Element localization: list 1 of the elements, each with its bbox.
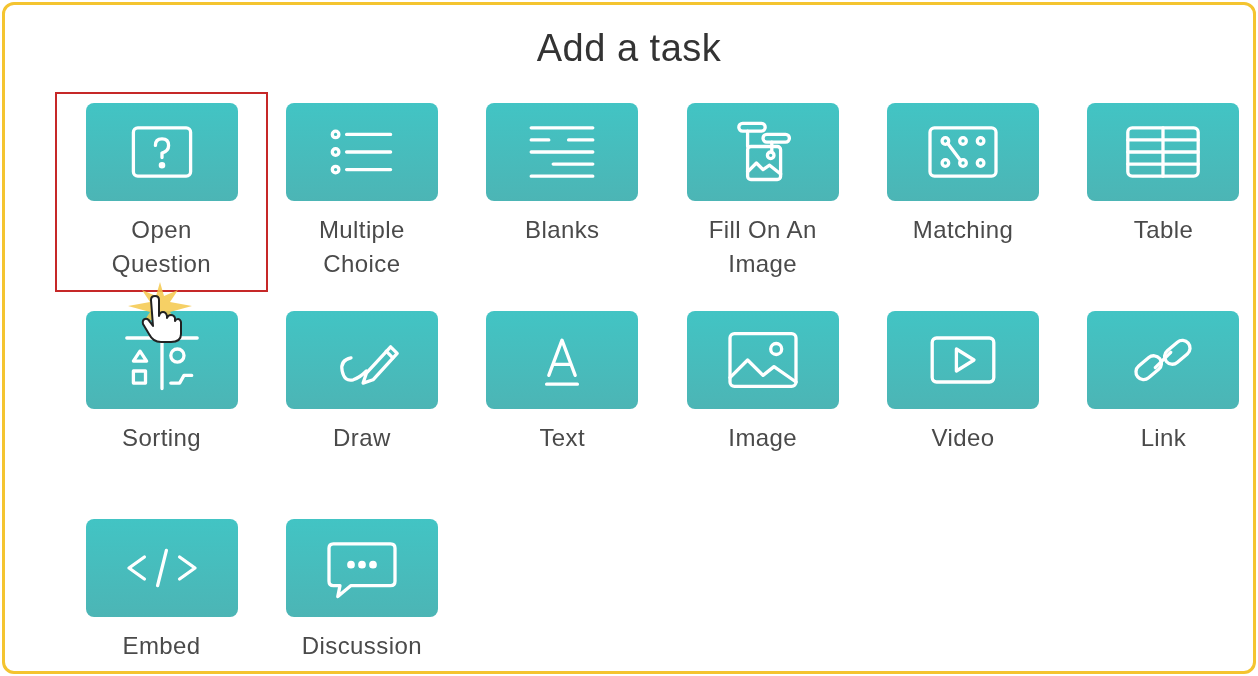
dialog-title: Add a task [535, 26, 723, 71]
